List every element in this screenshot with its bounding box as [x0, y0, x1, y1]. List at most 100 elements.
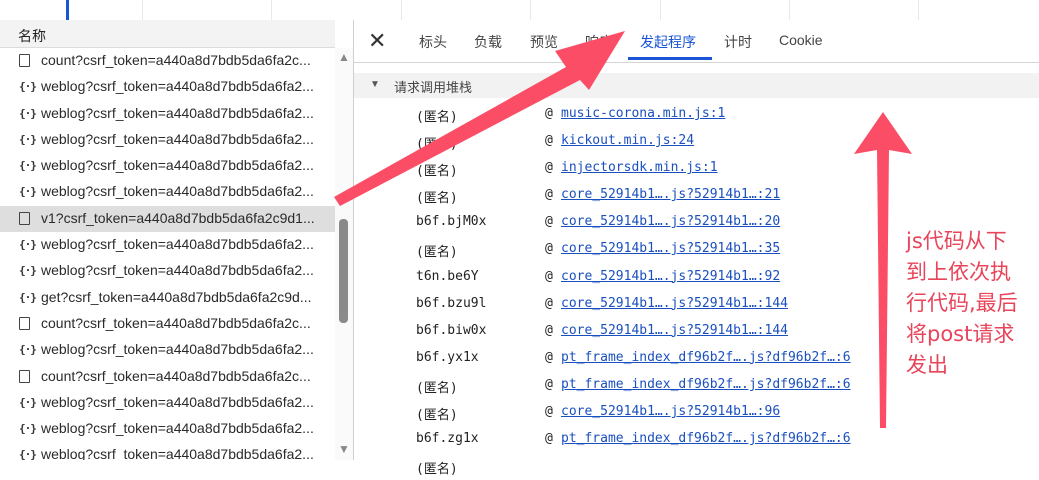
timeline-marker [66, 0, 69, 20]
script-icon: {·} [19, 159, 37, 173]
scrollbar-thumb[interactable] [339, 219, 348, 323]
stack-frame-row: b6f.zg1x @ pt_frame_index_df96b2f….js?df96… [354, 426, 1039, 453]
stack-frame-row: (匿名) [354, 453, 1039, 480]
scroll-up-icon[interactable]: ▲ [338, 50, 350, 64]
script-icon: {·} [19, 343, 37, 357]
request-row[interactable]: {·} weblog?csrf_token=a440a8d7bdb5da6fa2.… [0, 153, 335, 179]
stack-frame-row: (匿名) @ injectorsdk.min.js:1 [354, 155, 1039, 182]
frame-source-link[interactable]: injectorsdk.min.js:1 [561, 160, 718, 175]
tab-initiator[interactable]: 发起程序 [640, 32, 696, 52]
frame-function: (匿名) [416, 380, 458, 396]
frame-function: (匿名) [416, 137, 458, 153]
frame-source-link[interactable]: core_52914b1….js?52914b1…:96 [561, 404, 780, 419]
tab-timing[interactable]: 计时 [724, 32, 752, 52]
name-column-label: 名称 [18, 28, 46, 44]
request-name: get?csrf_token=a440a8d7bdb5da6fa2c9d... [41, 288, 312, 305]
frame-at-symbol: @ [545, 404, 553, 420]
request-row[interactable]: count?csrf_token=a440a8d7bdb5da6fa2c... [0, 48, 335, 74]
frame-at-symbol: @ [545, 349, 553, 365]
frame-at-symbol: @ [545, 187, 553, 203]
annotation-line: 将post请求 [906, 322, 1015, 346]
request-list-scrollbar[interactable]: ▲ ▼ [335, 48, 353, 460]
tab-payload[interactable]: 负载 [474, 32, 502, 52]
frame-at-symbol: @ [545, 431, 553, 447]
tab-cookies[interactable]: Cookie [779, 32, 823, 48]
request-row[interactable]: {·} weblog?csrf_token=a440a8d7bdb5da6fa2.… [0, 416, 335, 442]
tab-headers[interactable]: 标头 [419, 32, 447, 52]
request-name: weblog?csrf_token=a440a8d7bdb5da6fa2... [41, 183, 314, 200]
script-icon: {·} [19, 395, 37, 409]
request-row[interactable]: count?csrf_token=a440a8d7bdb5da6fa2c... [0, 364, 335, 390]
close-icon[interactable]: ✕ [368, 29, 386, 54]
frame-function: (匿名) [416, 110, 458, 125]
request-name: count?csrf_token=a440a8d7bdb5da6fa2c... [41, 367, 311, 384]
document-icon [19, 316, 30, 330]
request-row[interactable]: {·} weblog?csrf_token=a440a8d7bdb5da6fa2.… [0, 179, 335, 205]
request-name: weblog?csrf_token=a440a8d7bdb5da6fa2... [41, 262, 314, 279]
script-icon: {·} [19, 264, 37, 278]
request-row[interactable]: {·} weblog?csrf_token=a440a8d7bdb5da6fa2.… [0, 101, 335, 127]
request-name: weblog?csrf_token=a440a8d7bdb5da6fa2... [41, 157, 314, 174]
timeline-tick [789, 0, 790, 20]
request-name: weblog?csrf_token=a440a8d7bdb5da6fa2... [41, 104, 314, 121]
call-stack-section-header[interactable]: ▼ 请求调用堆栈 [354, 73, 1039, 98]
frame-at-symbol: @ [545, 133, 553, 149]
collapse-triangle-icon[interactable]: ▼ [370, 79, 380, 90]
frame-function: (匿名) [416, 164, 458, 180]
frame-source-link[interactable]: pt_frame_index_df96b2f….js?df96b2f…:6 [561, 350, 851, 365]
name-column-header[interactable]: 名称 [0, 20, 335, 48]
timeline-strip [0, 0, 1039, 21]
request-name: weblog?csrf_token=a440a8d7bdb5da6fa2... [41, 393, 314, 410]
frame-source-link[interactable]: core_52914b1….js?52914b1…:21 [561, 187, 780, 202]
timeline-tick [271, 0, 272, 20]
tab-response[interactable]: 响应 [585, 32, 613, 52]
frame-function: (匿名) [416, 191, 458, 207]
timeline-tick [660, 0, 661, 20]
frame-source-link[interactable]: pt_frame_index_df96b2f….js?df96b2f…:6 [561, 377, 851, 392]
scroll-down-icon[interactable]: ▼ [338, 442, 350, 456]
frame-at-symbol: @ [545, 295, 553, 311]
frame-source-link[interactable]: pt_frame_index_df96b2f….js?df96b2f…:6 [561, 431, 851, 446]
script-icon: {·} [19, 448, 37, 460]
request-row[interactable]: v1?csrf_token=a440a8d7bdb5da6fa2c9d1... [0, 205, 335, 233]
request-list-panel: 名称 count?csrf_token=a440a8d7bdb5da6fa2c.… [0, 20, 354, 460]
request-name: weblog?csrf_token=a440a8d7bdb5da6fa2... [41, 130, 314, 147]
frame-source-link[interactable]: core_52914b1….js?52914b1…:144 [561, 296, 788, 311]
frame-at-symbol: @ [545, 106, 553, 121]
annotation-note: js代码从下 到上依次执 行代码,最后 将post请求 发出 [906, 226, 1036, 381]
request-row[interactable]: {·} weblog?csrf_token=a440a8d7bdb5da6fa2.… [0, 74, 335, 100]
frame-source-link[interactable]: core_52914b1….js?52914b1…:144 [561, 323, 788, 338]
request-row[interactable]: {·} weblog?csrf_token=a440a8d7bdb5da6fa2.… [0, 232, 335, 258]
frame-source-link[interactable]: core_52914b1….js?52914b1…:35 [561, 241, 780, 256]
script-icon: {·} [19, 422, 37, 436]
request-row[interactable]: {·} weblog?csrf_token=a440a8d7bdb5da6fa2.… [0, 442, 335, 460]
frame-source-link[interactable]: core_52914b1….js?52914b1…:20 [561, 214, 780, 229]
request-row[interactable]: {·} weblog?csrf_token=a440a8d7bdb5da6fa2.… [0, 337, 335, 363]
request-row[interactable]: {·} weblog?csrf_token=a440a8d7bdb5da6fa2.… [0, 390, 335, 416]
timeline-tick [918, 0, 919, 20]
request-row[interactable]: count?csrf_token=a440a8d7bdb5da6fa2c... [0, 311, 335, 337]
request-row[interactable]: {·} weblog?csrf_token=a440a8d7bdb5da6fa2.… [0, 258, 335, 284]
frame-source-link[interactable]: kickout.min.js:24 [561, 133, 694, 148]
request-name: count?csrf_token=a440a8d7bdb5da6fa2c... [41, 52, 311, 68]
details-tabbar: ✕ 标头 负载 预览 响应 发起程序 计时 Cookie [354, 20, 1039, 63]
script-icon: {·} [19, 106, 37, 120]
request-list: count?csrf_token=a440a8d7bdb5da6fa2c... {… [0, 48, 335, 460]
request-row[interactable]: {·} get?csrf_token=a440a8d7bdb5da6fa2c9d.… [0, 285, 335, 311]
frame-source-link[interactable]: core_52914b1….js?52914b1…:92 [561, 269, 780, 284]
request-name: count?csrf_token=a440a8d7bdb5da6fa2c... [41, 314, 311, 331]
frame-source-link[interactable]: music-corona.min.js:1 [561, 106, 725, 121]
document-icon [19, 54, 30, 67]
script-icon: {·} [19, 80, 37, 94]
active-tab-indicator [628, 57, 712, 60]
timeline-tick [401, 0, 402, 20]
annotation-line: 到上依次执 [906, 260, 1011, 284]
tab-preview[interactable]: 预览 [530, 32, 558, 52]
annotation-line: js代码从下 [906, 229, 1007, 253]
script-icon: {·} [19, 238, 37, 252]
stack-frame-row: (匿名) @ core_52914b1….js?52914b1…:96 [354, 399, 1039, 426]
frame-at-symbol: @ [545, 214, 553, 230]
timeline-tick [142, 0, 143, 20]
request-name: weblog?csrf_token=a440a8d7bdb5da6fa2... [41, 78, 314, 95]
request-row[interactable]: {·} weblog?csrf_token=a440a8d7bdb5da6fa2.… [0, 127, 335, 153]
